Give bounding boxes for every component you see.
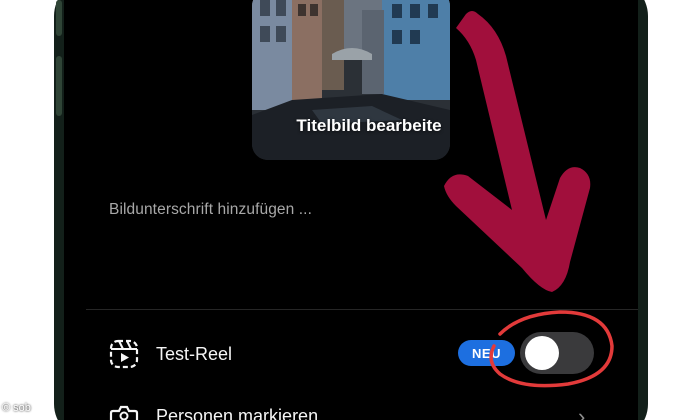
new-badge: NEU — [458, 340, 515, 366]
option-tag-people[interactable]: Personen markieren — [108, 396, 618, 420]
edit-cover-label[interactable]: Titelbild bearbeite — [252, 102, 450, 150]
divider — [86, 309, 638, 310]
option-label: Test-Reel — [156, 343, 233, 364]
option-label: Personen markieren — [156, 405, 319, 420]
phone-side-button — [56, 0, 62, 36]
test-reel-toggle[interactable] — [520, 332, 594, 374]
cover-image[interactable]: Titelbild bearbeite — [252, 0, 450, 160]
toggle-knob[interactable] — [525, 336, 559, 370]
phone-side-button — [56, 56, 62, 116]
tag-person-icon — [108, 400, 140, 420]
phone-screen: Titelbild bearbeite Bildunterschrift hin… — [64, 0, 638, 420]
reels-icon — [108, 338, 140, 370]
image-credit: © sob — [2, 402, 31, 414]
caption-input[interactable]: Bildunterschrift hinzufügen ... — [109, 201, 312, 219]
chevron-right-icon[interactable]: › — [578, 404, 585, 420]
